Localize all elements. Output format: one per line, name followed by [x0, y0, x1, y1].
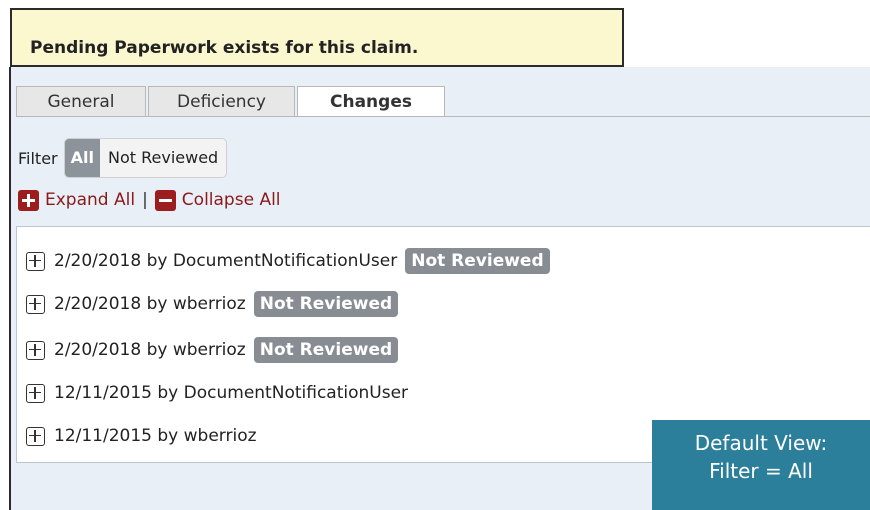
status-badge: Not Reviewed	[253, 291, 399, 317]
filter-toggle-group: All Not Reviewed	[63, 138, 228, 178]
tab-general[interactable]: General	[16, 86, 146, 117]
tab-divider	[16, 116, 870, 117]
change-row[interactable]: 2/20/2018 by wberrioz Not Reviewed	[26, 291, 399, 317]
pending-paperwork-notice: Pending Paperwork exists for this claim.	[10, 8, 624, 67]
tab-changes[interactable]: Changes	[297, 86, 445, 117]
tab-bar: General Deficiency Changes	[16, 86, 447, 117]
collapse-all-link[interactable]: Collapse All	[182, 190, 281, 210]
expand-row-icon[interactable]	[26, 340, 45, 360]
change-by: by	[146, 294, 168, 314]
expand-row-icon[interactable]	[26, 251, 45, 271]
change-date: 2/20/2018	[54, 294, 142, 314]
change-by: by	[157, 383, 179, 403]
change-row[interactable]: 12/11/2015 by DocumentNotificationUser	[26, 380, 408, 406]
expand-row-icon[interactable]	[26, 294, 45, 314]
filter-label: Filter	[18, 148, 58, 168]
separator: |	[142, 190, 148, 210]
callout-line-2: Filter = All	[709, 459, 813, 483]
change-row[interactable]: 12/11/2015 by wberrioz	[26, 423, 257, 449]
default-view-callout: Default View: Filter = All	[652, 420, 870, 510]
filter-all-button[interactable]: All	[64, 139, 100, 177]
change-date: 2/20/2018	[54, 340, 142, 360]
callout-line-1: Default View:	[694, 431, 828, 455]
change-date: 12/11/2015	[54, 426, 152, 446]
change-date: 2/20/2018	[54, 251, 142, 271]
change-date: 12/11/2015	[54, 383, 152, 403]
expand-all-link[interactable]: Expand All	[45, 190, 135, 210]
status-badge: Not Reviewed	[405, 248, 550, 274]
change-user: wberrioz	[172, 294, 246, 314]
notice-text: Pending Paperwork exists for this claim.	[30, 38, 419, 58]
expand-row-icon[interactable]	[26, 426, 45, 446]
change-row[interactable]: 2/20/2018 by DocumentNotificationUser No…	[26, 248, 550, 274]
filter-bar: Filter All Not Reviewed	[18, 138, 228, 178]
change-user: DocumentNotificationUser	[172, 251, 398, 271]
change-user: wberrioz	[172, 340, 246, 360]
change-user: wberrioz	[183, 426, 257, 446]
change-row[interactable]: 2/20/2018 by wberrioz Not Reviewed	[26, 337, 399, 363]
filter-not-reviewed-button[interactable]: Not Reviewed	[100, 139, 226, 177]
collapse-minus-icon[interactable]	[154, 189, 176, 211]
expand-collapse-controls: Expand All | Collapse All	[18, 188, 281, 212]
expand-plus-icon[interactable]	[18, 189, 39, 211]
tab-deficiency[interactable]: Deficiency	[148, 86, 295, 117]
change-by: by	[157, 426, 179, 446]
status-badge: Not Reviewed	[253, 337, 399, 363]
change-by: by	[146, 340, 168, 360]
change-user: DocumentNotificationUser	[183, 383, 409, 403]
expand-row-icon[interactable]	[26, 383, 45, 403]
change-by: by	[146, 251, 168, 271]
